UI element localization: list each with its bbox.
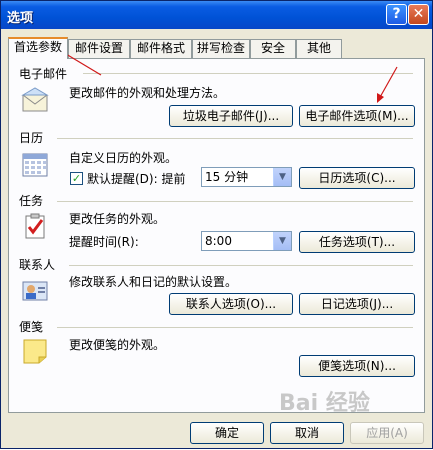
options-dialog: 选项 ? ✕ 首选参数 邮件设置 邮件格式 拼写检查 安全 其他 电子邮件 更改… — [0, 0, 433, 449]
tab-preferences[interactable]: 首选参数 — [8, 37, 68, 59]
apply-button[interactable]: 应用(A) — [350, 422, 424, 444]
watermark-logo: Bai 经验 — [279, 391, 370, 416]
cancel-button[interactable]: 取消 — [270, 422, 344, 444]
annotation-arrows — [58, 49, 398, 103]
ok-button[interactable]: 确定 — [190, 422, 264, 444]
